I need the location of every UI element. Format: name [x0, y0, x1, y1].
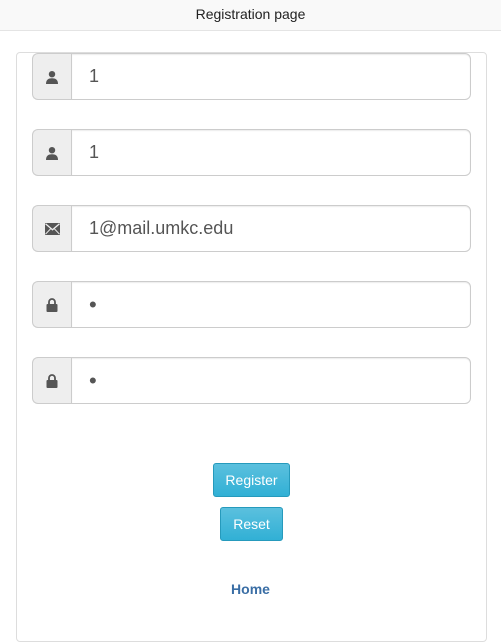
home-link[interactable]: Home [0, 581, 501, 597]
register-button[interactable]: Register [213, 463, 290, 497]
password-field[interactable] [71, 281, 471, 328]
lock-icon [32, 281, 71, 328]
email-group [32, 205, 471, 252]
user-icon [32, 53, 71, 100]
user-icon [32, 129, 71, 176]
first-name-group [32, 53, 471, 100]
page-header: Registration page [0, 0, 501, 31]
confirm-password-field[interactable] [71, 357, 471, 404]
envelope-icon [32, 205, 71, 252]
first-name-field[interactable] [71, 53, 471, 100]
last-name-field[interactable] [71, 129, 471, 176]
page-title: Registration page [195, 6, 306, 22]
reset-button[interactable]: Reset [220, 507, 283, 541]
confirm-password-group [32, 357, 471, 404]
last-name-group [32, 129, 471, 176]
email-field[interactable] [71, 205, 471, 252]
lock-icon [32, 357, 71, 404]
password-group [32, 281, 471, 328]
